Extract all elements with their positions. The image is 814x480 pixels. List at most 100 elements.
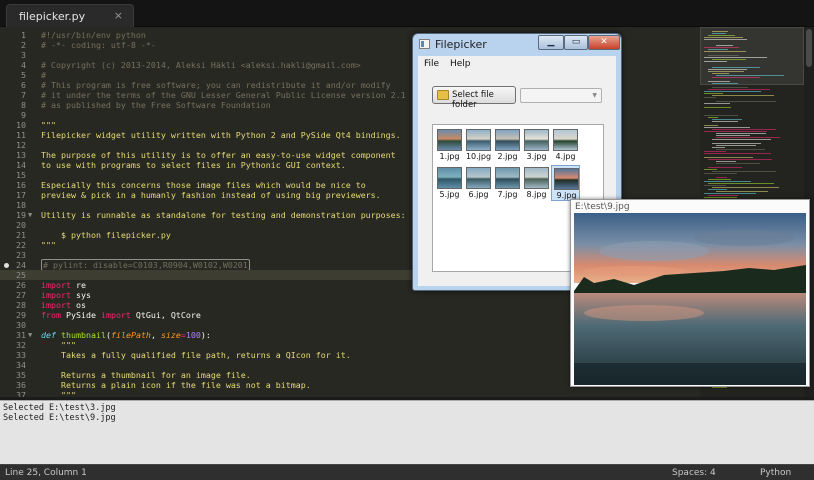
chevron-down-icon: ▼ xyxy=(592,92,597,99)
code-token: import xyxy=(100,310,131,320)
file-item[interactable]: 7.jpg xyxy=(493,165,522,201)
file-item[interactable]: 6.jpg xyxy=(464,165,493,201)
line-number: 25 xyxy=(16,270,26,280)
line-number: 20 xyxy=(16,220,26,230)
file-name: 3.jpg xyxy=(526,152,547,161)
tab-close-icon[interactable]: × xyxy=(114,9,123,22)
minimap-line xyxy=(716,145,756,146)
image-thumbnail xyxy=(495,167,520,189)
minimap-viewport[interactable] xyxy=(700,27,804,85)
code-token: import xyxy=(41,280,71,290)
line-number: 32 xyxy=(16,340,26,350)
folder-dropdown[interactable]: ▼ xyxy=(520,88,602,103)
minimap-line xyxy=(704,181,751,182)
code-token: ): xyxy=(200,330,211,340)
minimap-line xyxy=(704,91,761,92)
minimap-line xyxy=(704,185,726,186)
line-number: 16 xyxy=(16,180,26,190)
minimap-line xyxy=(704,157,753,158)
code-token: filePath xyxy=(110,330,151,340)
code-token: # -*- coding: utf-8 -*- xyxy=(41,40,156,50)
code-text: Returns a thumbnail for an image file. xyxy=(41,370,251,380)
minimap-line xyxy=(704,151,726,152)
select-file-folder-label: Select file folder xyxy=(452,90,494,110)
file-item[interactable]: 9.jpg xyxy=(551,165,580,201)
maximize-icon[interactable]: ▭ xyxy=(564,35,588,50)
menu-file[interactable]: File xyxy=(424,59,439,69)
file-item[interactable]: 8.jpg xyxy=(522,165,551,201)
minimap-line xyxy=(704,197,737,198)
close-icon[interactable]: ✕ xyxy=(588,35,620,50)
code-token: from xyxy=(41,310,61,320)
file-name: 6.jpg xyxy=(468,190,489,199)
window-titlebar[interactable]: Filepicker ▁ ▭ ✕ xyxy=(413,34,621,56)
code-text: # it under the terms of the GNU Lesser G… xyxy=(41,90,406,100)
code-text: preview & pick in a humanly fashion inst… xyxy=(41,190,381,200)
line-number: 30 xyxy=(16,320,26,330)
syntax-language[interactable]: Python xyxy=(760,468,791,478)
code-token: # Copyright (c) 2013-2014, Aleksi Häkli … xyxy=(41,60,361,70)
minimap-line xyxy=(708,117,718,118)
code-text: Filepicker widget utility written with P… xyxy=(41,130,401,140)
code-text: # -*- coding: utf-8 -*- xyxy=(41,40,156,50)
image-thumbnail xyxy=(553,129,578,151)
preview-path: E:\test\9.jpg xyxy=(575,202,630,212)
file-item[interactable]: 4.jpg xyxy=(551,127,580,163)
code-text: # as published by the Free Software Foun… xyxy=(41,100,271,110)
minimap-line xyxy=(716,191,768,192)
app-icon xyxy=(419,39,430,49)
file-item[interactable]: 5.jpg xyxy=(435,165,464,201)
fold-arrow-icon[interactable]: ▼ xyxy=(28,210,32,220)
fold-arrow-icon[interactable]: ▼ xyxy=(28,330,32,340)
code-token: """ xyxy=(41,340,76,350)
line-number: 15 xyxy=(16,170,26,180)
select-file-folder-button[interactable]: Select file folder xyxy=(432,86,516,110)
code-text: # This program is free software; you can… xyxy=(41,80,391,90)
minimap-line xyxy=(708,183,774,184)
file-name: 4.jpg xyxy=(555,152,576,161)
output-line: Selected E:\test\9.jpg xyxy=(3,413,116,423)
file-name: 2.jpg xyxy=(497,152,518,161)
code-token: sys xyxy=(70,290,91,300)
code-token: # This program is free software; you can… xyxy=(41,80,391,90)
image-thumbnail xyxy=(524,129,549,151)
code-text: """ xyxy=(41,240,56,250)
menu-bar: File Help xyxy=(418,56,616,72)
code-text: def thumbnail(filePath, size=100): xyxy=(41,330,211,340)
code-text: Returns a plain icon if the file was not… xyxy=(41,380,311,390)
line-number: 3 xyxy=(21,50,26,60)
file-name: 8.jpg xyxy=(526,190,547,199)
tab-filepicker-py[interactable]: filepicker.py × xyxy=(6,4,134,27)
minimize-icon[interactable]: ▁ xyxy=(538,35,564,50)
minimap-line xyxy=(712,147,725,148)
minimap-line xyxy=(708,89,770,90)
minimap-line xyxy=(704,131,767,132)
code-text: """ xyxy=(41,390,76,397)
line-number: 31 xyxy=(16,330,26,340)
file-item[interactable]: 2.jpg xyxy=(493,127,522,163)
code-token: , xyxy=(150,330,161,340)
code-line[interactable]: 37 """ xyxy=(0,390,700,397)
minimap-line xyxy=(704,103,730,104)
line-number: 33 xyxy=(16,350,26,360)
image-thumbnail xyxy=(437,167,462,189)
file-item[interactable]: 3.jpg xyxy=(522,127,551,163)
indentation-setting[interactable]: Spaces: 4 xyxy=(672,468,716,478)
code-token: PySide xyxy=(60,310,101,320)
output-line: Selected E:\test\3.jpg xyxy=(3,403,116,413)
line-number: 23 xyxy=(16,250,26,260)
file-item[interactable]: 10.jpg xyxy=(464,127,493,163)
image-thumbnail xyxy=(495,129,520,151)
image-thumbnail xyxy=(437,129,462,151)
code-token: # it under the terms of the GNU Lesser G… xyxy=(41,90,406,100)
scrollbar-thumb[interactable] xyxy=(806,29,812,67)
line-number: 9 xyxy=(21,110,26,120)
code-token: """ xyxy=(41,120,56,130)
code-token: Filepicker widget utility written with P… xyxy=(41,130,401,140)
file-item[interactable]: 1.jpg xyxy=(435,127,464,163)
code-token: def xyxy=(41,330,56,340)
folder-icon xyxy=(437,90,449,100)
code-token: import xyxy=(41,290,71,300)
minimap-line xyxy=(704,153,771,154)
menu-help[interactable]: Help xyxy=(450,59,471,69)
